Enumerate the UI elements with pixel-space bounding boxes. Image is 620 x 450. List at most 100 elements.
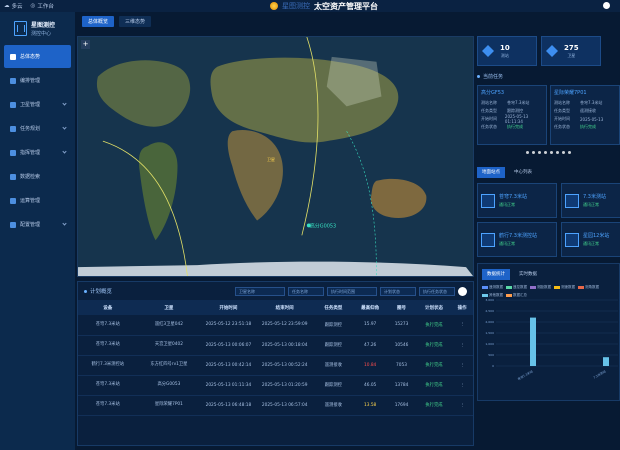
table-row[interactable]: 苍穹7.3米站 天宫卫星0402 2025-05-13 00:06:07 2025-0…: [78, 335, 473, 356]
cell-sat: 东方红四号rv1卫星: [137, 355, 201, 376]
filter-satellite[interactable]: 卫星名称: [235, 286, 285, 296]
world-map[interactable]: 高分G0053 卫星 +: [77, 36, 474, 277]
row-menu-button[interactable]: ⋮: [451, 335, 473, 356]
column-header: 设备: [78, 300, 138, 315]
station-card[interactable]: 鹤行7.3米测控站 通讯正常: [477, 222, 557, 257]
cell-orbit: 17694: [386, 395, 417, 416]
table-row[interactable]: 苍穹7.3米站 高分G0053 2025-05-13 01:11:34 2025-05…: [78, 375, 473, 396]
sidebar-item-label: 任务规划: [20, 126, 41, 132]
tab-center-list[interactable]: 中心列表: [509, 167, 537, 178]
pager-dot[interactable]: [538, 151, 541, 154]
task-card[interactable]: 星际荣耀7P01 测站名称 苍穹7.3米站 任务类型 遥测接收 开始时间 2025-05-1…: [550, 85, 620, 145]
task-card[interactable]: 高分GF53 测站名称 苍穹7.3米站 任务类型 跟踪测控 开始时间 2025-05-13 …: [477, 85, 547, 145]
tab-ground-stations[interactable]: 地面站点: [477, 166, 505, 178]
planning-icon: [10, 125, 16, 132]
station-card[interactable]: 星园12米站 通讯正常: [561, 222, 620, 257]
sidebar-item-overview[interactable]: 总体态势: [4, 45, 71, 68]
filter-task[interactable]: 任务名称: [288, 286, 324, 296]
sidebar-item-compute[interactable]: 运算管理: [4, 189, 71, 212]
pager-dot[interactable]: [556, 151, 559, 154]
column-header: 开始时间: [200, 300, 257, 315]
sidebar-item-planning[interactable]: 任务规划: [4, 117, 71, 140]
column-header: 任务类型: [312, 300, 354, 315]
pager-dot[interactable]: [526, 151, 529, 154]
station-card[interactable]: 苍穹7.3米站 通讯正常: [477, 183, 557, 218]
filter-time-range[interactable]: 执行时间范围: [327, 286, 377, 296]
pager-dot[interactable]: [550, 151, 553, 154]
user-avatar[interactable]: [603, 2, 610, 9]
cell-start: 2025-05-13 01:11:34: [200, 375, 257, 396]
pager-dot[interactable]: [544, 151, 547, 154]
tab-3d[interactable]: 三维态势: [119, 16, 152, 27]
row-menu-button[interactable]: ⋮: [451, 375, 473, 396]
row-menu-button[interactable]: ⋮: [451, 315, 473, 336]
filter-exec-status[interactable]: 执行任务状态: [419, 286, 455, 296]
stat-label: 测站: [500, 52, 509, 58]
workspace-link[interactable]: ◎ 工作台: [31, 2, 54, 10]
current-tasks-title: 当前任务: [477, 69, 620, 83]
table-row[interactable]: 鹤行7.3米测控站 东方红四号rv1卫星 2025-05-13 00:42:14 20…: [78, 355, 473, 376]
zoom-in-button[interactable]: +: [81, 40, 90, 49]
column-header: 结束时间: [256, 300, 313, 315]
satellite-label-2: 卫星: [267, 157, 275, 162]
y-tick-label: 2,000: [485, 320, 494, 324]
sidebar-item-orchestration[interactable]: 编排管理: [4, 69, 71, 92]
legend-item[interactable]: 遥控数据: [506, 285, 527, 290]
sidebar-item-satellites[interactable]: 卫星管理: [4, 93, 71, 116]
station-card[interactable]: 7.3米测站 通讯正常: [561, 183, 620, 218]
filter-plan-status[interactable]: 计划状态: [380, 286, 416, 296]
task-card-title: 高分GF53: [481, 90, 505, 96]
legend-item[interactable]: 测距数据: [530, 285, 551, 290]
carousel-pager[interactable]: [477, 151, 620, 157]
station-name: 鹤行7.3米测控站: [499, 233, 537, 239]
satellites-icon: [10, 101, 16, 108]
column-header: 圈号: [386, 300, 417, 315]
pager-dot[interactable]: [562, 151, 565, 154]
sidebar-item-label: 配置管理: [20, 222, 41, 228]
field-value: 执行完成: [580, 124, 596, 129]
data-stats-tabs: 数据统计 实时数据: [478, 267, 619, 281]
column-header: 操作: [451, 300, 473, 315]
row-menu-button[interactable]: ⋮: [451, 355, 473, 376]
cell-type: 跟踪测控: [312, 315, 354, 336]
task-card-field: 开始时间 2025-05-13 01:11:34: [481, 114, 543, 124]
legend-item[interactable]: 遥测数据: [482, 285, 503, 290]
weather: ☁ 多云: [4, 3, 23, 10]
field-key: 任务类型: [554, 108, 570, 113]
pager-dot[interactable]: [532, 151, 535, 154]
task-card-field: 任务类型 遥测接收: [554, 107, 616, 115]
station-name: 7.3米测站: [583, 194, 606, 200]
bar[interactable]: [530, 317, 536, 366]
stats-row: 10 测站 275 卫星: [477, 36, 620, 69]
cell-type: 遥测接收: [312, 395, 354, 416]
stat-satellites: 275 卫星: [541, 36, 601, 66]
sidebar-item-config[interactable]: 配置管理: [4, 213, 71, 236]
sidebar-item-command[interactable]: 指挥管理: [4, 141, 71, 164]
task-card-title: 星际荣耀7P01: [554, 90, 587, 96]
view-tabs: 总体概览 三维态势: [82, 16, 152, 27]
sidebar-item-search[interactable]: 数据检索: [4, 165, 71, 188]
sidebar-item-label: 卫星管理: [20, 102, 41, 108]
field-key: 任务状态: [554, 124, 570, 129]
bar[interactable]: [603, 357, 609, 366]
plan-title-text: 计划概览: [90, 289, 113, 295]
legend-item[interactable]: 测角数据: [578, 285, 599, 290]
table-header: 设备 卫星 开始时间 结束时间 任务类型 最高仰角 圈号 计划状态 操作: [78, 300, 473, 315]
brand-icon: [14, 20, 27, 36]
row-menu-button[interactable]: ⋮: [451, 395, 473, 416]
cell-type: 跟踪测控: [312, 375, 354, 396]
tab-realtime-data[interactable]: 实时数据: [514, 269, 542, 280]
plan-filters: 卫星名称 任务名称 执行时间范围 计划状态 执行任务状态: [235, 286, 467, 296]
table-row[interactable]: 苍穹7.3米站 星际荣耀7P01 2025-05-13 06:48:18 2025-0…: [78, 395, 473, 416]
tab-overview[interactable]: 总体概览: [82, 16, 115, 27]
search-icon: [10, 173, 16, 180]
table-row[interactable]: 苍穹7.3米站 遥红3卫星042 2025-05-12 23:51:18 2025-0…: [78, 315, 473, 336]
field-value: 执行完成: [507, 124, 523, 129]
refresh-toggle[interactable]: [458, 286, 467, 296]
workspace-text: 工作台: [37, 4, 54, 10]
cell-elev: 46.05: [353, 375, 387, 396]
pager-dot[interactable]: [568, 151, 571, 154]
legend-item[interactable]: 测速数据: [554, 285, 575, 290]
tab-data-stats[interactable]: 数据统计: [482, 268, 510, 280]
cell-start: 2025-05-13 00:06:07: [200, 335, 257, 356]
